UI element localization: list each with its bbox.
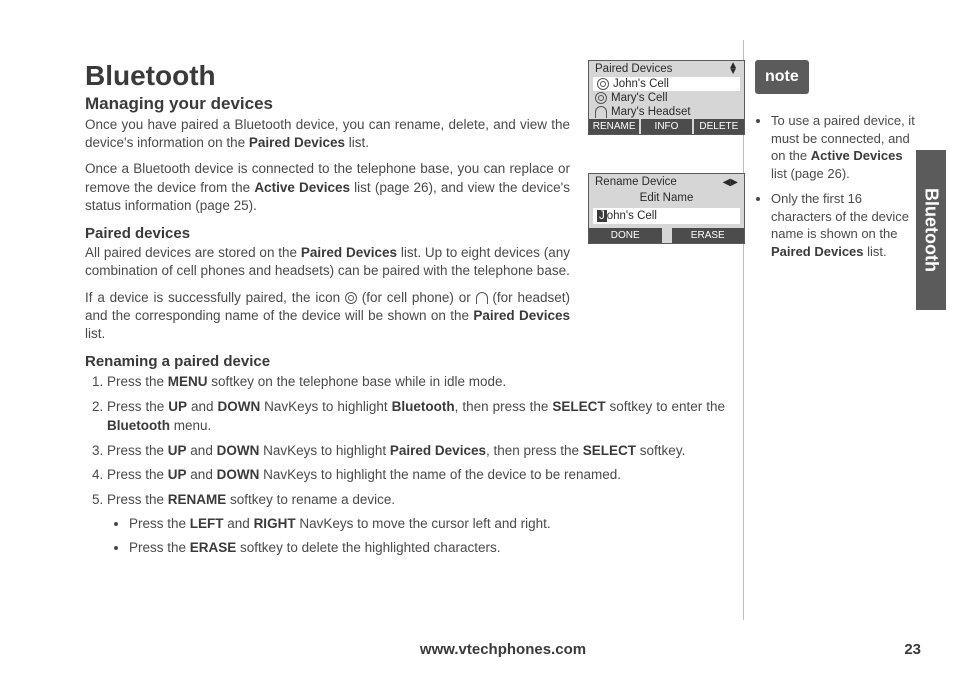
- softkey-done: DONE: [589, 228, 664, 243]
- step: Press the RENAME softkey to rename a dev…: [107, 490, 725, 558]
- lcd-title-text: Paired Devices: [595, 63, 672, 75]
- lcd-softkeys: RENAME INFO DELETE: [589, 119, 744, 134]
- note-panel: note To use a paired device, it must be …: [755, 60, 915, 268]
- step: Press the UP and DOWN NavKeys to highlig…: [107, 465, 725, 485]
- cellphone-icon: [595, 92, 607, 104]
- lcd-row-selected: John's Cell: [593, 77, 740, 91]
- step: Press the MENU softkey on the telephone …: [107, 372, 725, 392]
- lcd-row-text: John's Cell: [613, 78, 669, 90]
- main-column: Paired Devices ▲▼ John's Cell Mary's Cel…: [85, 60, 725, 563]
- lcd-row-text: Mary's Cell: [611, 92, 668, 104]
- note-item: To use a paired device, it must be conne…: [771, 112, 915, 182]
- note-badge: note: [755, 60, 809, 94]
- step: Press the UP and DOWN NavKeys to highlig…: [107, 441, 725, 461]
- paired-p2: If a device is successfully paired, the …: [85, 289, 570, 344]
- page-footer: www.vtechphones.com 23: [85, 641, 921, 658]
- cellphone-icon: [345, 292, 357, 304]
- softkey-info: INFO: [641, 119, 693, 134]
- footer-url: www.vtechphones.com: [420, 641, 586, 658]
- section-heading: Renaming a paired device: [85, 353, 725, 370]
- step: Press the UP and DOWN NavKeys to highlig…: [107, 397, 725, 436]
- substep: Press the ERASE softkey to delete the hi…: [129, 538, 725, 558]
- leftright-icon: ◀▶: [723, 177, 738, 188]
- cursor-char: J: [597, 210, 607, 222]
- lcd-title: Rename Device ◀▶: [589, 174, 744, 190]
- manual-page: Bluetooth Paired Devices ▲▼ John's Cell: [0, 0, 954, 682]
- headset-icon: [476, 292, 488, 304]
- lcd-paired-devices: Paired Devices ▲▼ John's Cell Mary's Cel…: [588, 60, 745, 135]
- edit-rest: ohn's Cell: [607, 210, 657, 222]
- cellphone-icon: [597, 78, 609, 90]
- headset-icon: [595, 106, 607, 118]
- paired-p1: All paired devices are stored on the Pai…: [85, 244, 570, 280]
- softkey-gap: [664, 228, 672, 243]
- lcd-row: Mary's Headset: [589, 105, 744, 119]
- lcd-softkeys: DONE ERASE: [589, 228, 744, 243]
- softkey-erase: ERASE: [672, 228, 745, 243]
- lcd-rename-device: Rename Device ◀▶ Edit Name John's Cell D…: [588, 173, 745, 244]
- note-item: Only the first 16 characters of the devi…: [771, 190, 915, 260]
- lcd-edit-label: Edit Name: [589, 190, 744, 206]
- softkey-delete: DELETE: [694, 119, 744, 134]
- intro-p2: Once a Bluetooth device is connected to …: [85, 160, 570, 215]
- updown-icon: ▲▼: [728, 63, 738, 75]
- substeps: Press the LEFT and RIGHT NavKeys to move…: [107, 514, 725, 558]
- intro-p1: Once you have paired a Bluetooth device,…: [85, 116, 570, 152]
- page-number: 23: [904, 641, 921, 658]
- lcd-title: Paired Devices ▲▼: [589, 61, 744, 77]
- note-list: To use a paired device, it must be conne…: [755, 112, 915, 260]
- softkey-rename: RENAME: [589, 119, 641, 134]
- rename-steps: Press the MENU softkey on the telephone …: [85, 372, 725, 558]
- substep: Press the LEFT and RIGHT NavKeys to move…: [129, 514, 725, 534]
- lcd-edit-field: John's Cell: [593, 208, 740, 224]
- lcd-row-text: Mary's Headset: [611, 106, 691, 118]
- lcd-row: Mary's Cell: [589, 91, 744, 105]
- lcd-title-text: Rename Device: [595, 176, 677, 188]
- section-tab: Bluetooth: [916, 150, 946, 310]
